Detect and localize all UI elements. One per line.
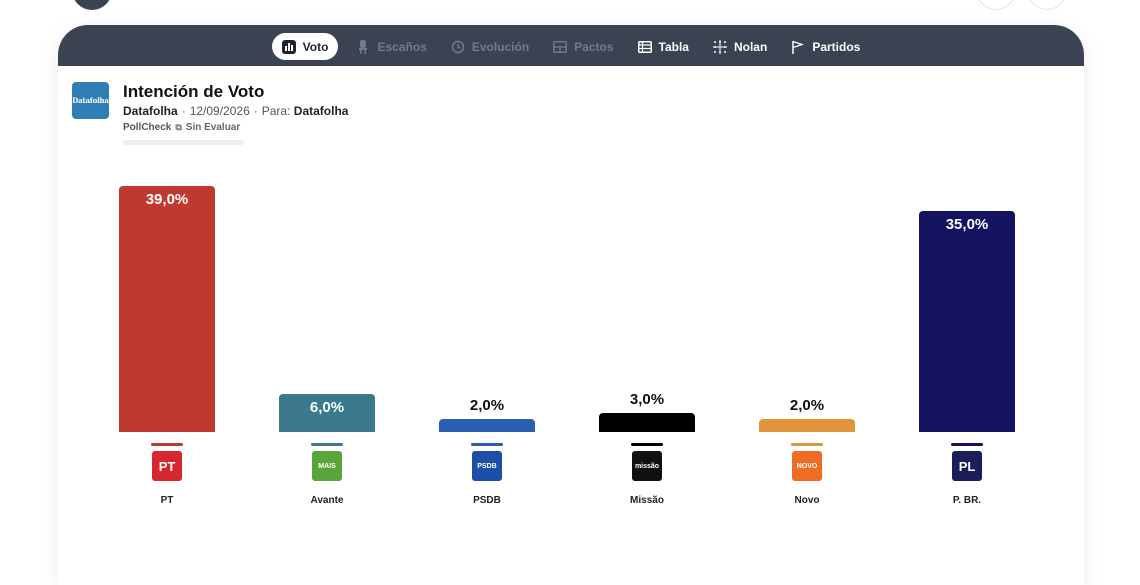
category-color-tick bbox=[631, 443, 663, 446]
top-action-button-2[interactable] bbox=[1027, 0, 1067, 10]
bar-p-br-[interactable] bbox=[919, 211, 1015, 432]
party-logo-icon[interactable]: MAIS bbox=[312, 451, 342, 481]
category-label: Avante bbox=[310, 495, 344, 506]
poll-card: Voto Escaños Evolución Pactos Tabla Nola… bbox=[58, 25, 1084, 585]
category-label: PSDB bbox=[473, 495, 501, 506]
category-color-tick bbox=[471, 443, 503, 446]
bar-psdb[interactable] bbox=[439, 419, 535, 432]
party-logo-icon[interactable]: missão bbox=[632, 451, 662, 481]
category-color-tick bbox=[311, 443, 343, 446]
top-action-button-1[interactable] bbox=[976, 0, 1016, 10]
category-label: Missão bbox=[630, 495, 664, 506]
bar-value-label: 2,0% bbox=[789, 397, 825, 414]
category-label: Novo bbox=[794, 495, 820, 506]
party-logo-icon[interactable]: NOVO bbox=[792, 451, 822, 481]
bar-value-label: 3,0% bbox=[629, 391, 665, 408]
party-logo-icon[interactable]: PL bbox=[952, 451, 982, 481]
avatar[interactable] bbox=[72, 0, 112, 10]
bar-value-label: 2,0% bbox=[469, 397, 505, 414]
category-label: PT bbox=[160, 495, 174, 506]
bar-pt[interactable] bbox=[119, 186, 215, 432]
party-logo-icon[interactable]: PT bbox=[152, 451, 182, 481]
party-logo-icon[interactable]: PSDB bbox=[472, 451, 502, 481]
bar-value-label: 6,0% bbox=[309, 399, 345, 416]
bar-miss-o[interactable] bbox=[599, 413, 695, 432]
category-color-tick bbox=[951, 443, 983, 446]
category-color-tick bbox=[151, 443, 183, 446]
bar-novo[interactable] bbox=[759, 419, 855, 432]
vote-bar-chart: 39,0% PT PT 6,0% MAIS Avante 2,0% PSDB PSDB 3,0% m… bbox=[58, 25, 1084, 570]
category-color-tick bbox=[791, 443, 823, 446]
bar-value-label: 35,0% bbox=[945, 216, 989, 233]
bar-value-label: 39,0% bbox=[145, 191, 189, 208]
category-label: P. BR. bbox=[952, 495, 982, 506]
